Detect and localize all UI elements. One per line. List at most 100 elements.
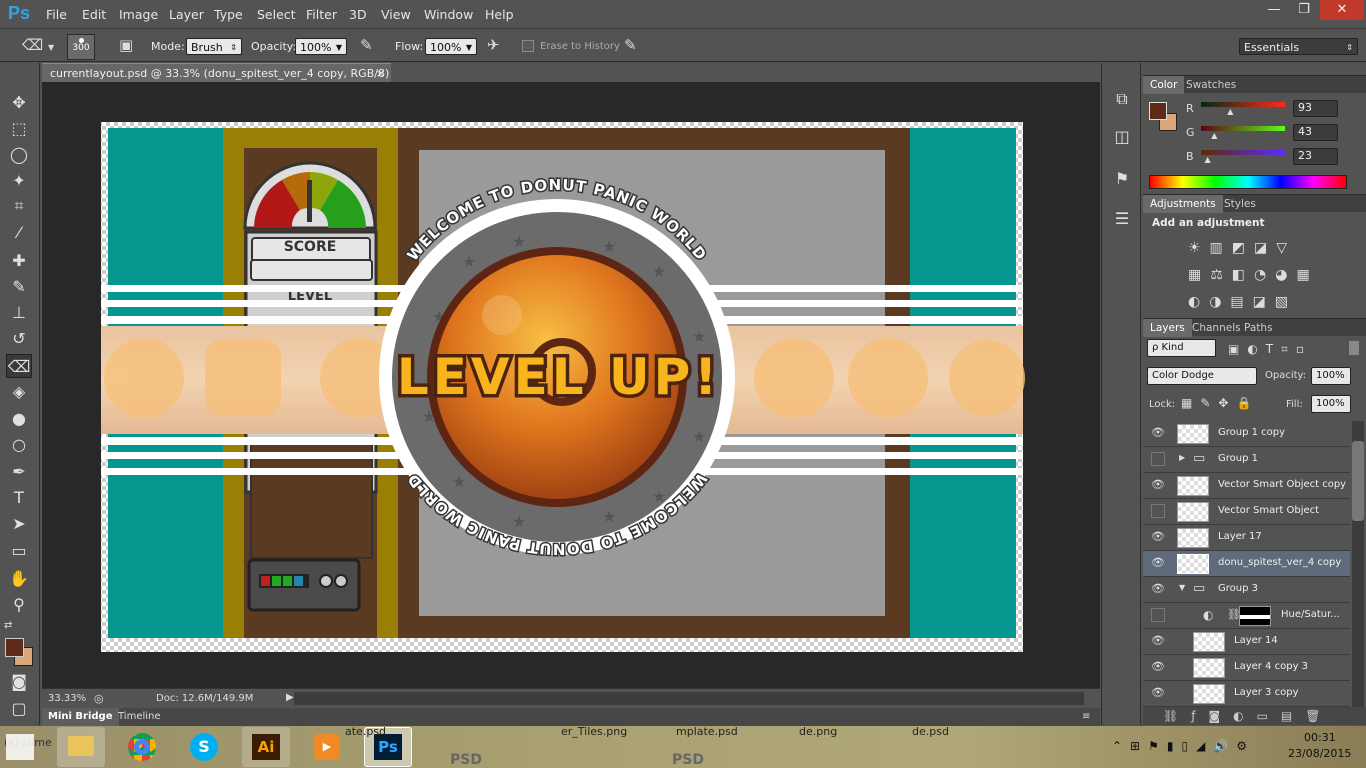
paint-bucket-tool-icon[interactable]: ◈ [6,380,32,404]
pressure-opacity-icon[interactable]: ✎ [360,38,373,53]
swap-colors-icon[interactable]: ⇄ [4,620,12,631]
blur-tool-icon[interactable]: ● [6,407,32,431]
dodge-tool-icon[interactable]: ○ [6,433,32,457]
clock-date[interactable]: 23/08/2015 [1288,747,1351,760]
status-info-icon[interactable]: ◎ [94,692,104,705]
layer-row[interactable]: Vector Smart Object [1143,499,1350,525]
menu-filter[interactable]: Filter [306,7,337,22]
collapse-arrow-icon[interactable]: ▼ [1179,583,1185,592]
lock-icons[interactable]: ▦✎✥🔒 [1181,396,1259,410]
flow-input[interactable]: 100% ▼ [425,38,477,55]
tab-adjustments[interactable]: Adjustments [1143,195,1223,213]
expand-arrow-icon[interactable]: ▶ [1179,453,1185,462]
lasso-tool-icon[interactable]: ◯ [6,143,32,167]
color-fg-swatch[interactable] [1149,102,1167,120]
zoom-level[interactable]: 33.33% [48,693,86,704]
illustrator-taskbar-icon[interactable]: Ai [242,727,290,767]
eyedropper-tool-icon[interactable]: ⁄ [6,221,32,245]
filter-toggle[interactable] [1349,341,1359,355]
layer-fill-input[interactable]: 100% [1311,395,1351,413]
menu-view[interactable]: View [381,7,411,22]
menu-select[interactable]: Select [257,7,296,22]
b-slider[interactable] [1201,150,1285,155]
mode-select[interactable]: Brush ⇕ [186,38,242,55]
spectrum-bar[interactable] [1149,175,1347,189]
eye-icon[interactable]: 👁 [1151,556,1165,570]
tab-timeline[interactable]: Timeline [118,708,161,726]
tab-mini-bridge[interactable]: Mini Bridge [42,708,119,726]
eye-icon[interactable]: 👁 [1151,530,1165,544]
menu-3d[interactable]: 3D [349,7,367,22]
media-player-taskbar-icon[interactable]: ▶ [303,727,351,767]
history-brush-tool-icon[interactable]: ↺ [6,327,32,351]
g-slider-thumb[interactable]: ▲ [1211,131,1217,140]
start-button[interactable] [6,734,34,760]
crop-tool-icon[interactable]: ⌗ [6,194,32,218]
visibility-toggle[interactable] [1151,504,1165,518]
tray-icons[interactable]: ⌃⊞⚑▮▯◢🔊⚙ [1112,739,1255,753]
r-value[interactable]: 93 [1293,100,1338,117]
b-value[interactable]: 23 [1293,148,1338,165]
clock-time[interactable]: 00:31 [1304,731,1336,744]
properties-panel-icon[interactable]: ☰ [1109,207,1135,231]
tab-paths[interactable]: Paths [1237,319,1280,337]
tab-styles[interactable]: Styles [1217,195,1263,213]
pressure-size-icon[interactable]: ✎ [624,38,637,53]
brush-tool-icon[interactable]: ✎ [6,275,32,299]
rectangle-tool-icon[interactable]: ▭ [6,539,32,563]
pen-tool-icon[interactable]: ✒ [6,460,32,484]
minimize-button[interactable]: — [1257,0,1291,20]
menu-layer[interactable]: Layer [169,7,204,22]
adjustment-icons[interactable]: ☀▥◩◪▽ ▦⚖◧◔◕▦ ◐◑▤◪▧ [1188,235,1318,316]
hand-tool-icon[interactable]: ✋ [6,567,32,591]
layer-row[interactable]: 👁 Vector Smart Object copy [1143,473,1350,499]
3d-panel-icon[interactable]: ◫ [1109,125,1135,149]
marquee-tool-icon[interactable]: ⬚ [6,117,32,141]
brush-presets-icon[interactable]: ⚑ [1109,167,1135,191]
eye-icon[interactable]: 👁 [1151,426,1165,440]
layer-row[interactable]: ▶ ▭ Group 1 [1143,447,1350,473]
history-panel-icon[interactable]: ⧉ [1109,87,1135,111]
document-tab[interactable]: currentlayout.psd @ 33.3% (donu_spitest_… [42,63,391,82]
eraser-tool-icon[interactable]: ⌫ [22,38,43,53]
healing-brush-tool-icon[interactable]: ✚ [6,249,32,273]
quick-mask-icon[interactable]: ◙ [6,670,32,694]
brush-preset-picker[interactable]: 300 [67,34,95,60]
screen-mode-icon[interactable]: ▢ [6,697,32,721]
workspace-select[interactable]: Essentials ⇕ [1239,38,1358,55]
stamp-tool-icon[interactable]: ⊥ [6,301,32,325]
path-selection-tool-icon[interactable]: ➤ [6,512,32,536]
horizontal-scrollbar[interactable] [294,692,1084,705]
status-menu-arrow-icon[interactable]: ▶ [286,692,294,703]
tab-swatches[interactable]: Swatches [1179,76,1243,94]
erase-history-checkbox[interactable] [522,40,534,52]
layer-row[interactable]: ◐ ⛓ Hue/Satur... [1143,603,1350,629]
layer-row[interactable]: 👁 Layer 17 [1143,525,1350,551]
foreground-color-swatch[interactable] [5,638,24,657]
menu-image[interactable]: Image [119,7,158,22]
layer-row[interactable]: 👁 Layer 3 copy [1143,681,1350,707]
eraser-tool-icon[interactable]: ⌫ [6,354,32,378]
chrome-taskbar-icon[interactable] [118,727,166,767]
menu-window[interactable]: Window [424,7,473,22]
canvas-area[interactable]: SCORE LEVEL ★ ★ ★ ★ ★ ★ ★ ★ ★ ★ ★ ★ WELC… [42,82,1100,688]
close-window-button[interactable]: ✕ [1320,0,1364,20]
layer-opacity-input[interactable]: 100% [1311,367,1351,385]
opacity-input[interactable]: 100% ▼ [295,38,347,55]
visibility-toggle[interactable] [1151,452,1165,466]
layer-filter-select[interactable]: ρ Kind [1147,339,1216,357]
layer-filter-icons[interactable]: ▣◐T⌗▫ [1228,342,1312,357]
layers-footer-icons[interactable]: ⛓ƒ◙◐▭▤🗑 [1143,707,1366,725]
close-document-icon[interactable]: × [376,64,385,83]
airbrush-icon[interactable]: ✈ [487,38,500,53]
restore-button[interactable]: ❐ [1287,0,1321,20]
layer-row[interactable]: 👁 Group 1 copy [1143,421,1350,447]
zoom-tool-icon[interactable]: ⚲ [6,593,32,617]
skype-taskbar-icon[interactable]: S [180,727,228,767]
visibility-toggle[interactable] [1151,608,1165,622]
layer-row[interactable]: 👁 ▼ ▭ Group 3 [1143,577,1350,603]
menu-edit[interactable]: Edit [82,7,106,22]
file-explorer-taskbar-icon[interactable] [57,727,105,767]
layers-scrollbar[interactable] [1352,421,1364,707]
r-slider-thumb[interactable]: ▲ [1227,107,1233,116]
